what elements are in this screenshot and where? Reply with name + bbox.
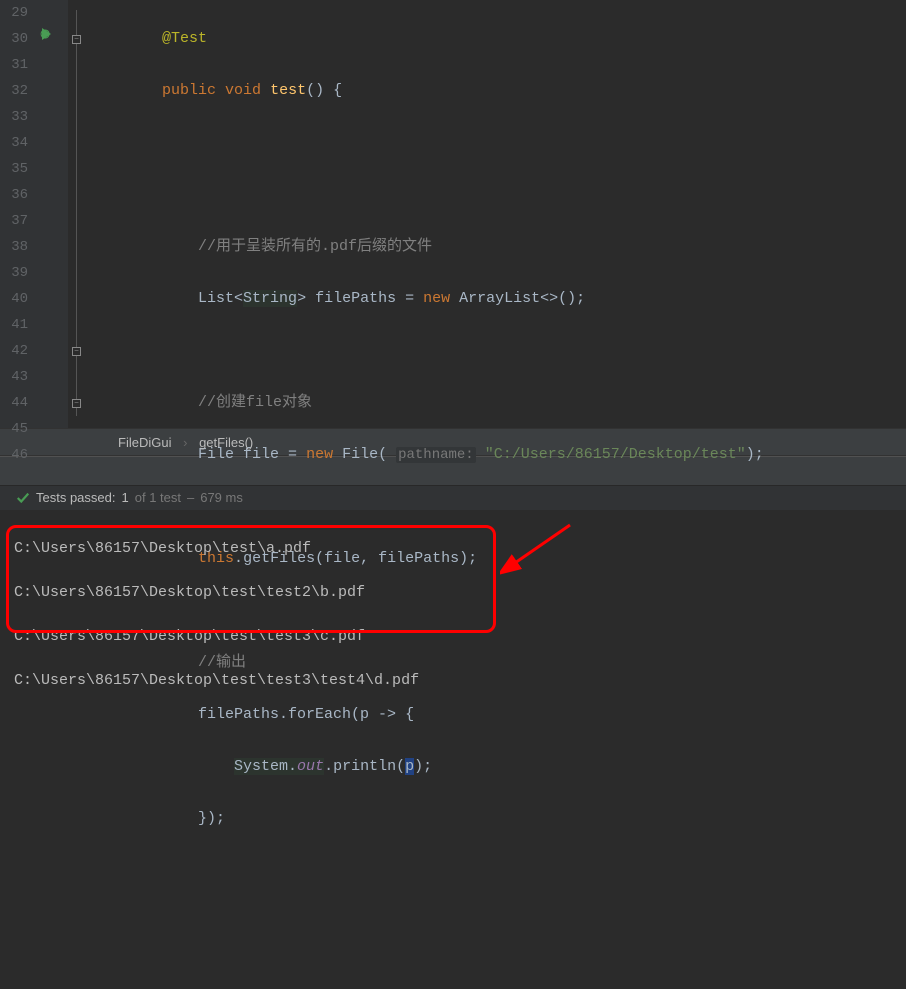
tests-dash: – <box>187 486 194 510</box>
run-test-icon[interactable] <box>38 26 54 47</box>
method-name: test <box>270 82 306 99</box>
tests-passed-count: 1 <box>122 486 129 510</box>
line-number: 42 <box>0 338 28 364</box>
line-number: 33 <box>0 104 28 130</box>
code-text: ArrayList<>(); <box>450 290 585 307</box>
keyword: new <box>306 446 333 463</box>
annotation: @Test <box>162 30 207 47</box>
code-text: }); <box>198 810 225 827</box>
gutter: 29 30 31 32 33 34 35 36 37 38 39 40 41 4… <box>0 0 68 428</box>
code-text: System. <box>234 758 297 775</box>
line-number: 31 <box>0 52 28 78</box>
tests-passed-label: Tests passed: <box>36 486 116 510</box>
line-number: 30 <box>0 26 28 52</box>
keyword: new <box>423 290 450 307</box>
code-text: (file, filePaths); <box>315 550 477 567</box>
gutter-icons <box>32 0 68 428</box>
fold-column[interactable]: − − − <box>68 0 86 428</box>
code-text: > filePaths = <box>297 290 423 307</box>
code-text: ); <box>746 446 764 463</box>
line-number: 37 <box>0 208 28 234</box>
line-number: 41 <box>0 312 28 338</box>
keyword: void <box>225 82 261 99</box>
code-text: File( <box>333 446 396 463</box>
line-number: 36 <box>0 182 28 208</box>
fold-marker-icon[interactable]: − <box>72 347 81 356</box>
line-number: 43 <box>0 364 28 390</box>
line-number: 35 <box>0 156 28 182</box>
comment: //用于呈装所有的.pdf后缀的文件 <box>198 238 432 255</box>
chevron-right-icon: › <box>183 435 187 450</box>
comment: //创建file对象 <box>198 394 312 411</box>
selected-text: p <box>405 758 414 775</box>
tests-duration: 679 ms <box>200 486 243 510</box>
fold-marker-icon[interactable]: − <box>72 35 81 44</box>
code-content[interactable]: @Test public void test() { //用于呈装所有的.pdf… <box>86 0 906 428</box>
keyword: public <box>162 82 216 99</box>
line-number: 34 <box>0 130 28 156</box>
comment: //输出 <box>198 654 246 671</box>
breadcrumb-class[interactable]: FileDiGui <box>118 435 171 450</box>
line-number: 46 <box>0 442 28 468</box>
code-text: String <box>243 290 297 307</box>
string-literal: "C:/Users/86157/Desktop/test" <box>485 446 746 463</box>
code-text: () { <box>306 82 342 99</box>
code-editor[interactable]: 29 30 31 32 33 34 35 36 37 38 39 40 41 4… <box>0 0 906 428</box>
code-text: List< <box>198 290 243 307</box>
line-number: 39 <box>0 260 28 286</box>
line-numbers: 29 30 31 32 33 34 35 36 37 38 39 40 41 4… <box>0 0 32 428</box>
fold-marker-icon[interactable]: − <box>72 399 81 408</box>
line-number: 44 <box>0 390 28 416</box>
parameter-hint: pathname: <box>396 447 476 463</box>
code-text <box>476 446 485 463</box>
check-icon <box>16 491 30 505</box>
line-number: 38 <box>0 234 28 260</box>
tests-total: of 1 test <box>135 486 181 510</box>
line-number: 45 <box>0 416 28 442</box>
line-number: 32 <box>0 78 28 104</box>
breadcrumb-method[interactable]: getFiles() <box>199 435 253 450</box>
code-text: .println( <box>324 758 405 775</box>
code-text: ); <box>414 758 432 775</box>
line-number: 29 <box>0 0 28 26</box>
code-text: filePaths.forEach(p -> { <box>198 706 414 723</box>
line-number: 40 <box>0 286 28 312</box>
field: out <box>297 758 324 775</box>
